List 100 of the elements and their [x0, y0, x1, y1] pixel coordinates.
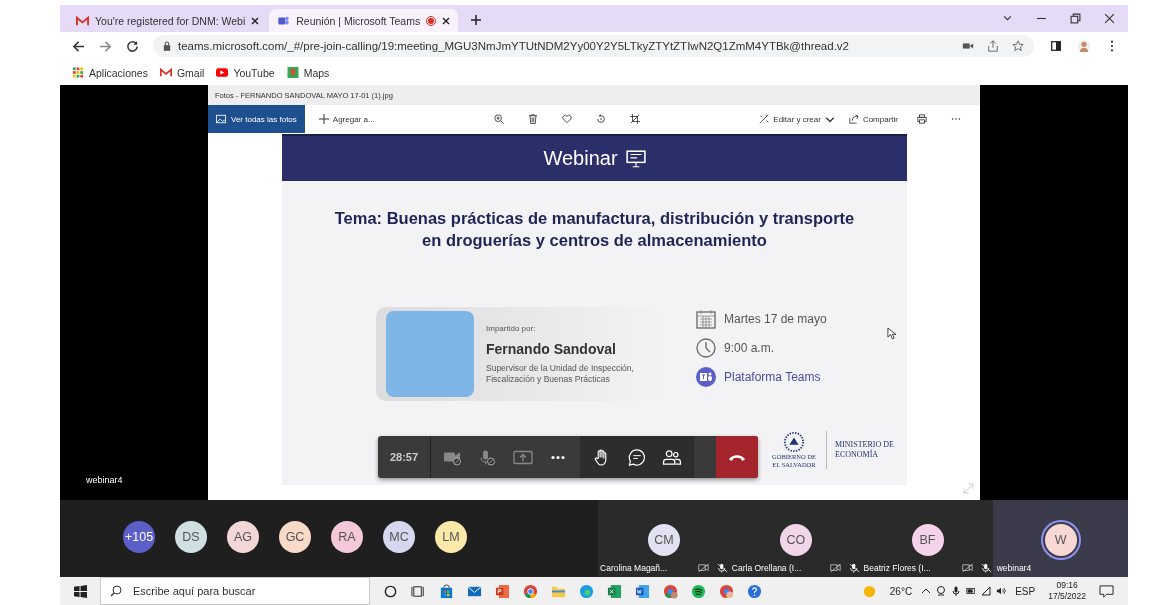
edit-and-create-button[interactable]: Editar y crear [759, 114, 835, 124]
cortana-circle-icon[interactable] [383, 583, 398, 599]
print-icon[interactable] [917, 114, 927, 124]
platform-text: Plataforma Teams [724, 370, 821, 384]
participant-name: webinar4 [996, 563, 1032, 573]
speaker-icon[interactable] [996, 586, 1007, 596]
lock-icon [163, 41, 171, 51]
chrome-icon[interactable] [523, 583, 538, 599]
word-icon[interactable] [635, 583, 650, 599]
slide-header-title: Webinar [543, 147, 618, 170]
chevron-down-icon[interactable] [1002, 13, 1013, 24]
share-screen-icon[interactable] [513, 448, 533, 466]
chrome-profile-icon[interactable] [719, 583, 734, 599]
trash-icon[interactable] [527, 114, 538, 124]
participant-avatar[interactable]: RA [331, 520, 363, 553]
add-to-button[interactable]: Agregar a... [318, 114, 375, 124]
zoom-in-icon[interactable] [493, 114, 504, 124]
windows-start-icon[interactable] [74, 584, 87, 598]
slide-topic: Tema: Buenas prácticas de manufactura, distribución y transporte en droguerías y centros de almacenamiento [333, 208, 856, 251]
participant-avatar: W [1044, 524, 1077, 556]
participant-avatar[interactable]: MC [383, 520, 415, 553]
participant-tile[interactable]: CM Carolina Magañ... [598, 500, 730, 577]
participant-tile[interactable]: CO Carla Orellana (I... [729, 500, 862, 577]
url-text: teams.microsoft.com/_#/pre-join-calling/19:meeting_MGU3NmJmYTUtNDM2Yy00Y2Y5LTkyZTYtZTIwN2Q1ZmM4YTBk@thread.v2 [178, 40, 849, 52]
help-icon[interactable] [747, 583, 762, 599]
bookmark-link[interactable]: Aplicaciones [72, 66, 148, 79]
bookmark-link[interactable]: YouTube [216, 66, 275, 79]
bookmark-link[interactable]: Gmail [159, 66, 205, 79]
share-button[interactable]: Compartir [848, 114, 898, 124]
participant-avatar[interactable]: DS [175, 520, 207, 553]
camera-icon[interactable] [962, 40, 974, 52]
bookmark-link[interactable]: Maps [286, 66, 330, 79]
webcam-icon[interactable] [936, 586, 947, 596]
youtube-icon [216, 67, 229, 78]
monitor-icon [625, 149, 646, 168]
task-view-icon[interactable] [411, 583, 426, 599]
back-icon[interactable] [72, 39, 85, 53]
speaker-name: Fernando Sandoval [486, 340, 617, 357]
forward-icon[interactable] [99, 39, 112, 53]
hang-up-button[interactable] [716, 436, 758, 478]
clock-icon [696, 338, 716, 358]
chat-icon[interactable] [627, 448, 647, 466]
mic-off-icon [980, 563, 992, 573]
browser-tab[interactable]: Reunión | Microsoft Teams [269, 9, 459, 32]
participant-avatar: CO [779, 524, 812, 556]
participant-avatar[interactable]: LM [435, 520, 467, 553]
mail-icon[interactable] [467, 583, 482, 599]
sidebar-icon[interactable] [1050, 40, 1062, 52]
chevron-up-icon[interactable] [921, 586, 932, 596]
time-text: 9:00 a.m. [724, 341, 775, 355]
rotate-icon[interactable] [595, 114, 606, 124]
apps-grid-icon [72, 67, 84, 78]
weather-temperature[interactable]: 26°C [889, 585, 913, 597]
crop-icon[interactable] [629, 114, 640, 124]
people-icon[interactable] [662, 448, 682, 466]
excel-icon[interactable] [607, 583, 622, 599]
participant-avatar[interactable]: GC [279, 520, 311, 553]
self-tile[interactable]: W webinar4 [993, 500, 1128, 577]
close-icon[interactable] [1104, 13, 1115, 24]
wifi-icon[interactable] [981, 586, 992, 596]
participant-avatar[interactable]: +105 [123, 520, 155, 553]
taskbar-clock[interactable]: 09:16 17/5/2022 [1048, 580, 1086, 602]
edge-icon[interactable] [579, 583, 594, 599]
battery-icon[interactable] [966, 586, 977, 596]
star-icon[interactable] [1012, 40, 1024, 52]
teams-icon [277, 14, 291, 27]
view-all-photos-button[interactable]: Ver todas las fotos [208, 105, 305, 133]
participant-avatar[interactable]: AG [227, 520, 259, 553]
speaker-label: Impartido por: [486, 323, 537, 333]
camera-off-icon [698, 563, 710, 573]
gmail-icon [159, 67, 172, 78]
share-icon [848, 114, 859, 124]
mic-off-icon[interactable] [478, 448, 498, 466]
chrome-profile-icon[interactable] [663, 583, 678, 599]
search-field[interactable]: Escribe aquí para buscar [100, 577, 370, 605]
share-icon[interactable] [987, 40, 999, 52]
participant-avatar: CM [648, 524, 681, 556]
call-timer: 28:57 [378, 436, 431, 478]
heart-icon[interactable] [561, 114, 572, 124]
speaker-role: Supervisor de la Unidad de Inspección, Fiscalización y Buenas Prácticas [486, 362, 635, 385]
browser-tab[interactable]: You're registered for DNM: Webi [68, 9, 268, 32]
address-bar[interactable]: teams.microsoft.com/_#/pre-join-calling/19:meeting_MGU3NmJmYTUtNDM2Yy00Y2Y5LTkyZTYtZTIwN2Q1ZmM4YTBk@thread.v2 [153, 35, 1034, 57]
profile-avatar-icon[interactable] [1078, 40, 1090, 52]
plus-icon [318, 114, 329, 124]
new-tab-icon[interactable] [470, 14, 483, 26]
participant-tile[interactable]: BF Beatriz Flores (I... [861, 500, 994, 577]
close-icon[interactable] [442, 16, 451, 25]
magic-wand-icon [759, 114, 770, 124]
input-language[interactable]: ESP [1015, 585, 1036, 597]
powerpoint-icon[interactable] [495, 583, 510, 599]
reload-icon[interactable] [126, 39, 139, 53]
notifications-icon[interactable] [1099, 583, 1114, 599]
store-icon[interactable] [439, 583, 454, 599]
presenter-name: webinar4 [86, 475, 123, 485]
spotify-icon[interactable] [691, 583, 706, 599]
close-icon[interactable] [251, 16, 260, 25]
calendar-icon [696, 309, 716, 329]
restore-icon[interactable] [1070, 13, 1081, 24]
mic-off-icon [717, 563, 729, 573]
microphone-icon[interactable] [951, 586, 962, 596]
